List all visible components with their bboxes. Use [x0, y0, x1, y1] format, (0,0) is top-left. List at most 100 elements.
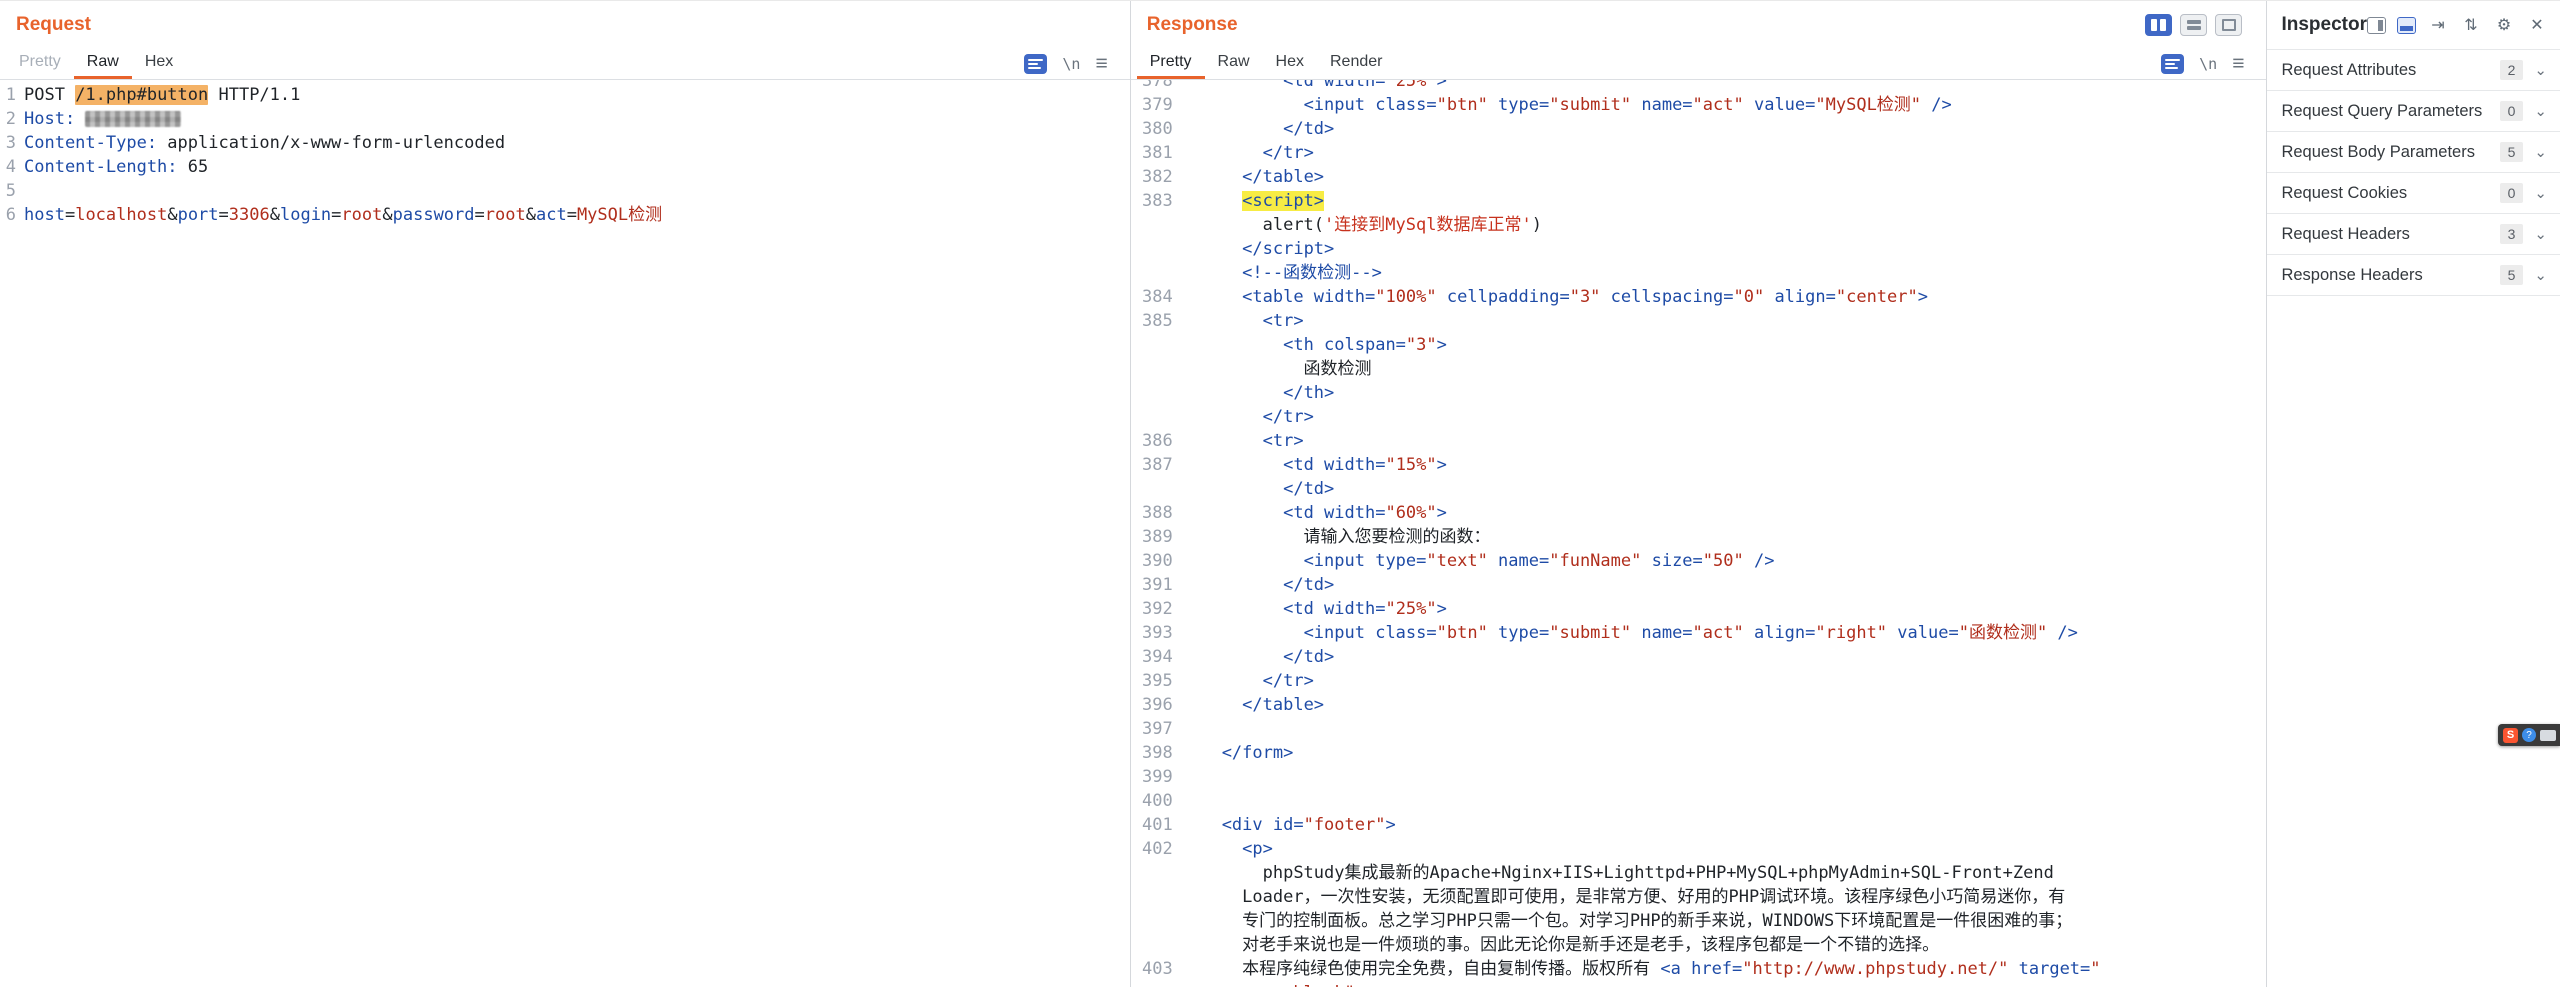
tab-hex[interactable]: Hex	[1263, 49, 1317, 79]
code-segment: "	[2090, 959, 2101, 979]
tab-render[interactable]: Render	[1317, 49, 1395, 79]
layout-single-icon[interactable]	[2215, 14, 2243, 36]
line-number: 2	[5, 109, 16, 129]
dock-right-icon[interactable]	[2367, 16, 2386, 34]
response-panel: Response Pretty Raw Hex Render \n ≡ 378 <td…	[1130, 1, 2268, 987]
request-header: Request	[0, 1, 1130, 49]
gear-icon[interactable]: ⚙	[2493, 14, 2515, 36]
layout-rows-icon[interactable]	[2180, 14, 2208, 36]
code-text: <tr>	[1181, 429, 1304, 453]
code-line: <th colspan="3">	[1131, 333, 2267, 357]
code-text: </script>	[1181, 237, 1335, 261]
line-number: 388	[1142, 503, 1173, 523]
tab-hex[interactable]: Hex	[132, 49, 186, 79]
code-segment: 请输入您要检测的函数：	[1180, 527, 1491, 547]
response-viewer[interactable]: 378 <td width="25%"> 379 <input class="bt…	[1131, 80, 2267, 987]
code-text: <tr>	[1181, 309, 1304, 333]
inspector-section-request-cookies[interactable]: Request Cookies 0 ⌄	[2267, 173, 2560, 214]
collapse-all-icon[interactable]: ⇅	[2460, 14, 2482, 36]
align-icon[interactable]: ⇥	[2427, 14, 2449, 36]
line-number: 4	[5, 157, 16, 177]
line-number	[1131, 909, 1173, 933]
close-icon[interactable]: ✕	[2526, 14, 2548, 36]
editor-menu-icon[interactable]: ≡	[2232, 53, 2244, 74]
code-segment: <tr>	[1262, 431, 1304, 451]
code-segment: "center"	[1835, 287, 1918, 307]
inspector-section-request-body-parameters[interactable]: Request Body Parameters 5 ⌄	[2267, 132, 2560, 173]
pretty-print-icon[interactable]	[2161, 53, 2185, 74]
code-segment: <td width=	[1283, 80, 1386, 91]
tab-raw[interactable]: Raw	[73, 49, 132, 79]
code-text: <input class="btn" type="submit" name="a…	[1181, 93, 1952, 117]
line-number: 399	[1142, 767, 1173, 787]
line-number	[1131, 357, 1173, 381]
request-panel: Request Pretty Raw Hex \n ≡ 1 POST /1.php#b…	[0, 1, 1131, 987]
code-segment: )	[1531, 215, 1542, 235]
inspector-section-request-query-parameters[interactable]: Request Query Parameters 0 ⌄	[2267, 91, 2560, 132]
code-line: 386 <tr>	[1131, 429, 2267, 453]
line-number: 3	[5, 133, 16, 153]
code-segment: </script>	[1242, 239, 1335, 259]
code-line: 382 </table>	[1131, 165, 2267, 189]
help-icon[interactable]: ?	[2522, 728, 2536, 742]
inspector-icons: ⇥ ⇅ ⚙ ✕	[2367, 14, 2548, 36]
inspector-header: Inspector ⇥ ⇅ ⚙ ✕	[2267, 1, 2560, 49]
line-number: 392	[1142, 599, 1173, 619]
code-segment: "函数检测"	[1958, 623, 2048, 643]
line-number: 401	[1142, 815, 1173, 835]
request-editor[interactable]: 1 POST /1.php#button HTTP/1.1 2 Host: 3 Cont…	[0, 80, 1130, 987]
code-line: 388 <td width="60%">	[1131, 501, 2267, 525]
pretty-print-icon[interactable]	[1024, 53, 1048, 74]
code-line: 384 <table width="100%" cellpadding="3" …	[1131, 285, 2267, 309]
ime-toolbar[interactable]: S ?	[2498, 724, 2560, 746]
tab-raw[interactable]: Raw	[1205, 49, 1263, 79]
code-line: 5	[0, 179, 1130, 203]
code-line: </script>	[1131, 237, 2267, 261]
layout-columns-icon[interactable]	[2145, 14, 2173, 36]
inspector-section-request-attributes[interactable]: Request Attributes 2 ⌄	[2267, 50, 2560, 91]
code-segment: </table>	[1242, 695, 1325, 715]
code-segment: >	[1436, 80, 1447, 91]
code-text: Content-Length: 65	[24, 155, 208, 179]
section-label: Request Cookies	[2281, 183, 2408, 202]
code-text: </tr>	[1181, 669, 1314, 693]
editor-menu-icon[interactable]: ≡	[1095, 53, 1107, 74]
newline-toggle-icon[interactable]: \n	[2199, 55, 2217, 73]
newline-toggle-icon[interactable]: \n	[1062, 55, 1080, 73]
inspector-section-response-headers[interactable]: Response Headers 5 ⌄	[2267, 255, 2560, 296]
count-badge: 2	[2499, 60, 2524, 80]
section-label: Request Headers	[2281, 224, 2410, 243]
inspector-section-request-headers[interactable]: Request Headers 3 ⌄	[2267, 214, 2560, 255]
dock-bottom-icon[interactable]	[2397, 16, 2416, 34]
line-number: 385	[1142, 311, 1173, 331]
code-line: 383 <script>	[1131, 189, 2267, 213]
line-number	[1131, 885, 1173, 909]
line-number	[1131, 261, 1173, 285]
code-segment: &	[269, 205, 280, 225]
code-line: Loader，一次性安装，无须配置即可使用，是非常方便、好用的PHP调试环境。该…	[1131, 885, 2267, 909]
keyboard-icon[interactable]	[2540, 729, 2556, 741]
sogou-icon[interactable]: S	[2503, 727, 2518, 743]
request-tabbar: Pretty Raw Hex \n ≡	[0, 49, 1130, 80]
code-text: 函数检测	[1181, 357, 1372, 381]
line-number: 6	[5, 205, 16, 225]
code-segment: &	[525, 205, 536, 225]
line-number: 403	[1142, 959, 1173, 979]
inspector-panel: Inspector ⇥ ⇅ ⚙ ✕ Request Attributes 2 ⌄ Re…	[2267, 1, 2560, 987]
line-number: 381	[1142, 143, 1173, 163]
code-line: 4 Content-Length: 65	[0, 155, 1130, 179]
tab-pretty[interactable]: Pretty	[1136, 49, 1205, 79]
code-text: <p>	[1181, 837, 1273, 861]
code-segment: "submit"	[1549, 95, 1632, 115]
count-badge: 0	[2499, 183, 2524, 203]
code-segment: </table>	[1242, 167, 1325, 187]
tab-pretty[interactable]: Pretty	[6, 49, 74, 79]
code-segment: 65	[177, 157, 209, 177]
code-segment: act	[535, 205, 567, 225]
